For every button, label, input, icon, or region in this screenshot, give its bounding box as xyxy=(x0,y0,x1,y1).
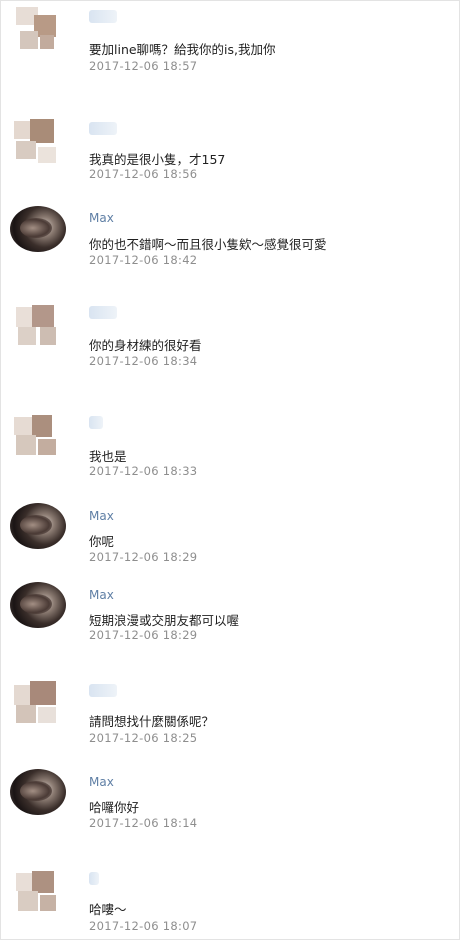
message-time: 2017-12-06 18:42 xyxy=(89,253,198,267)
avatar[interactable] xyxy=(10,582,66,628)
message-text: 你的身材練的很好看 xyxy=(89,338,202,353)
message-time: 2017-12-06 18:57 xyxy=(89,59,198,73)
sender-name[interactable] xyxy=(89,306,117,319)
sender-name[interactable]: Max xyxy=(89,509,114,523)
message-time: 2017-12-06 18:07 xyxy=(89,919,198,933)
sender-name[interactable] xyxy=(89,122,117,135)
chat-history: 要加line聊嗎？給我你的is,我加你 2017-12-06 18:57 我真的… xyxy=(0,0,460,940)
avatar[interactable] xyxy=(10,869,66,915)
sender-name[interactable] xyxy=(89,684,117,697)
avatar[interactable] xyxy=(10,769,66,815)
message-text: 哈嘍～ xyxy=(89,902,127,917)
message-text: 你的也不錯啊～而且很小隻欸～感覺很可愛 xyxy=(89,237,327,252)
message-text: 我真的是很小隻，才157 xyxy=(89,152,226,167)
message-text: 我也是 xyxy=(89,449,127,464)
message-time: 2017-12-06 18:29 xyxy=(89,628,198,642)
avatar[interactable] xyxy=(10,119,66,165)
sender-name[interactable]: Max xyxy=(89,588,114,602)
message-text: 短期浪漫或交朋友都可以喔 xyxy=(89,613,240,628)
message-time: 2017-12-06 18:14 xyxy=(89,816,198,830)
message-time: 2017-12-06 18:33 xyxy=(89,464,198,478)
avatar[interactable] xyxy=(10,206,66,252)
sender-name[interactable] xyxy=(89,872,99,885)
message-time: 2017-12-06 18:34 xyxy=(89,354,198,368)
message-text: 要加line聊嗎？給我你的is,我加你 xyxy=(89,42,276,57)
avatar[interactable] xyxy=(10,413,66,459)
message-text: 你呢 xyxy=(89,534,115,549)
message-time: 2017-12-06 18:25 xyxy=(89,731,198,745)
message-time: 2017-12-06 18:29 xyxy=(89,550,198,564)
avatar[interactable] xyxy=(10,503,66,549)
sender-name[interactable] xyxy=(89,416,103,429)
message-time: 2017-12-06 18:56 xyxy=(89,167,198,181)
avatar[interactable] xyxy=(10,681,66,727)
message-text: 哈囉你好 xyxy=(89,800,140,815)
sender-name[interactable]: Max xyxy=(89,211,114,225)
avatar[interactable] xyxy=(10,303,66,349)
sender-name[interactable] xyxy=(89,10,117,23)
avatar[interactable] xyxy=(10,7,66,53)
message-text: 請問想找什麼關係呢？ xyxy=(89,714,215,729)
sender-name[interactable]: Max xyxy=(89,775,114,789)
